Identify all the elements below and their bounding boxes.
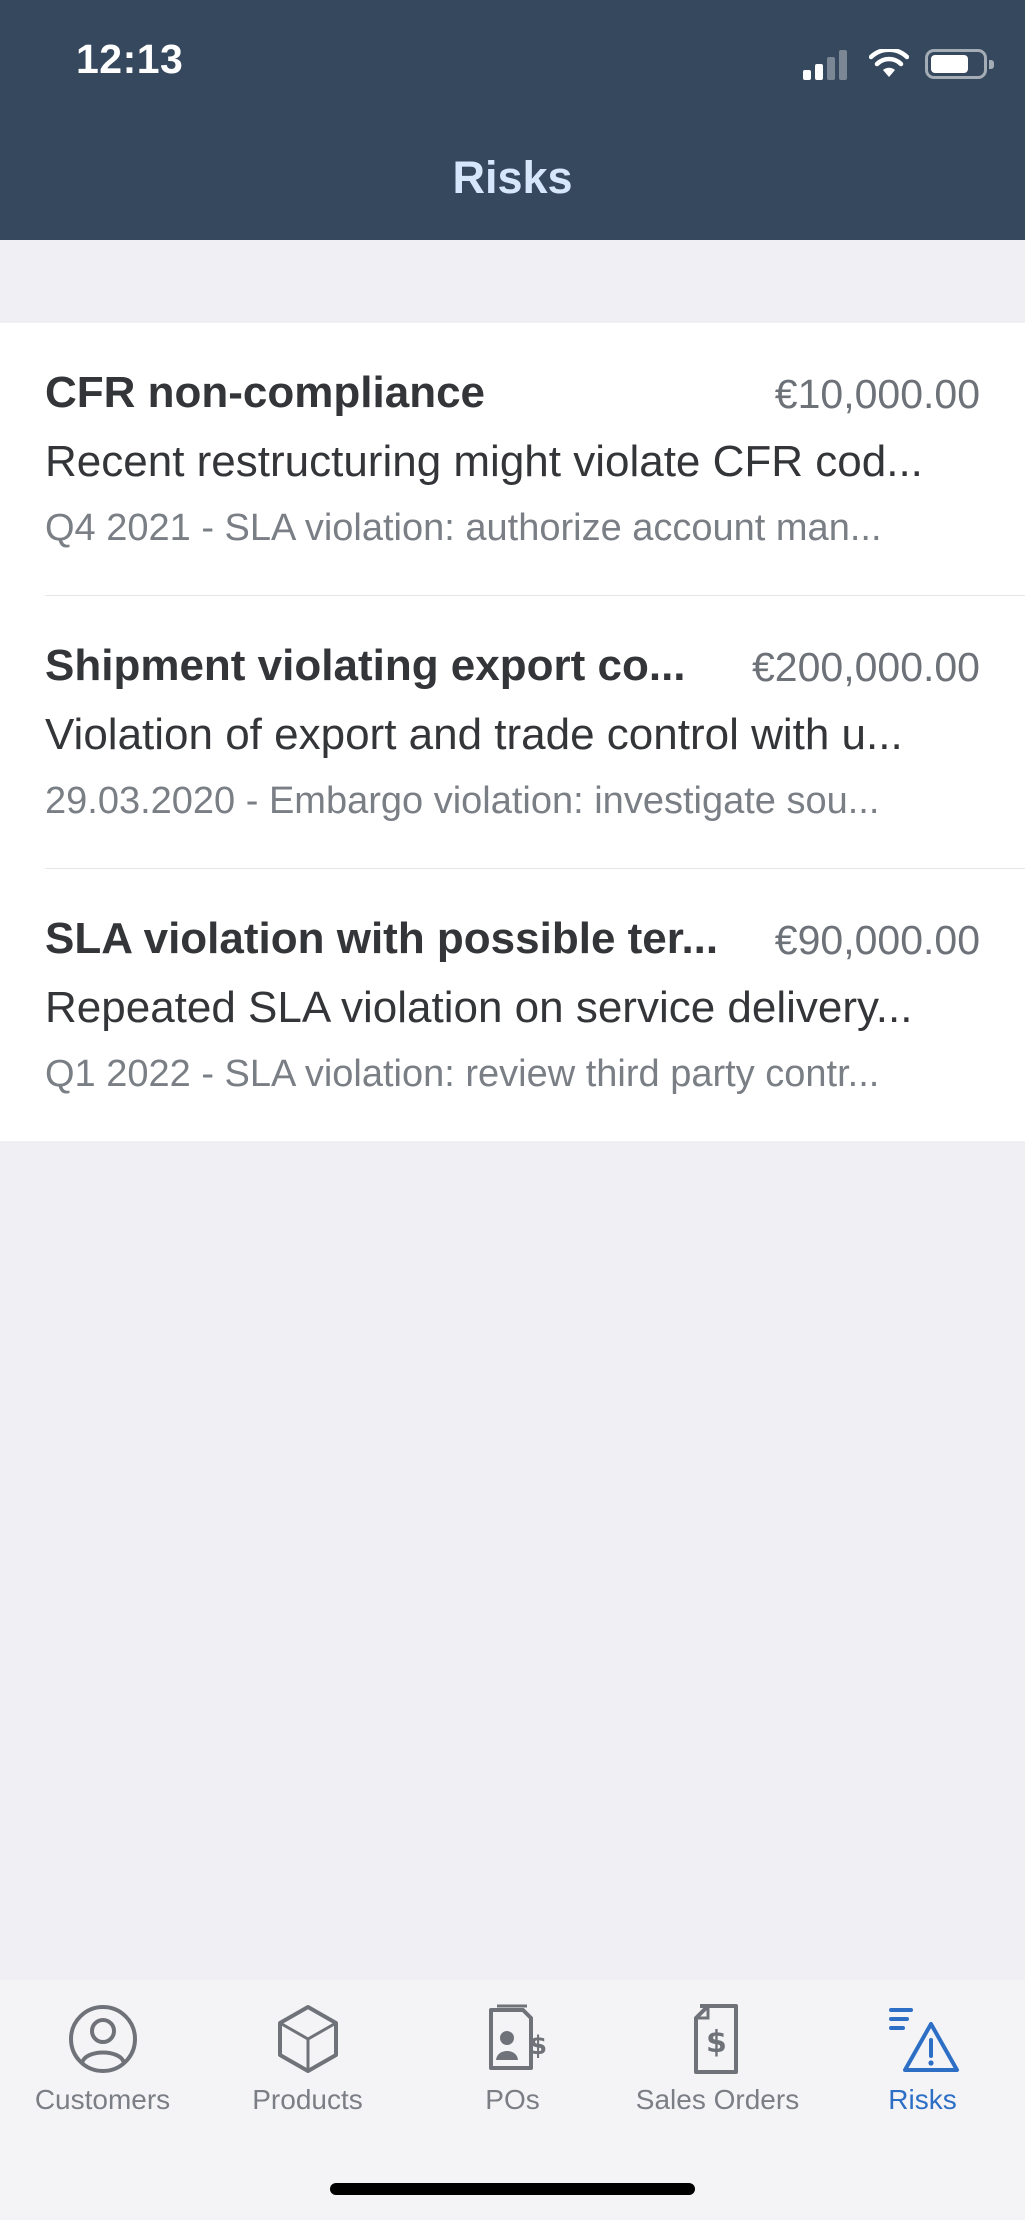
svg-text:$: $	[529, 2031, 547, 2061]
wifi-icon	[869, 49, 909, 77]
tab-label: Customers	[34, 2084, 171, 2115]
risks-screen: 12:13 Risks CFR non-compliance €10,000.0…	[0, 0, 1025, 2220]
tab-label: Risks	[888, 2084, 957, 2115]
battery-icon	[925, 49, 994, 79]
risk-amount: €90,000.00	[774, 917, 980, 963]
risk-title: Shipment violating export co...	[45, 641, 686, 690]
risk-description: Recent restructuring might violate CFR c…	[45, 437, 923, 486]
app-header: 12:13 Risks	[0, 0, 1025, 240]
cellular-signal-icon	[803, 48, 851, 80]
risk-title: SLA violation with possible ter...	[45, 914, 719, 963]
tab-label: Sales Orders	[635, 2084, 800, 2115]
user-circle-icon	[68, 2005, 137, 2073]
page-title: Risks	[452, 152, 573, 203]
sales-document-icon: $	[693, 2004, 738, 2074]
risk-list: CFR non-compliance €10,000.00 Recent res…	[0, 323, 1025, 1141]
risk-title: CFR non-compliance	[45, 368, 486, 417]
status-icons	[803, 44, 994, 84]
purchase-order-icon: $	[488, 2004, 547, 2070]
tab-label: Products	[252, 2084, 363, 2115]
risk-list-item[interactable]: CFR non-compliance €10,000.00 Recent res…	[0, 323, 1025, 596]
risk-description: Repeated SLA violation on service delive…	[45, 983, 913, 1032]
cube-icon	[277, 2005, 338, 2073]
risk-list-item[interactable]: Shipment violating export co... €200,000…	[0, 596, 1025, 869]
status-time: 12:13	[76, 36, 184, 82]
risk-amount: €200,000.00	[751, 644, 980, 690]
tab-customers[interactable]: Customers	[0, 2002, 205, 2122]
tab-label: POs	[485, 2084, 540, 2115]
tab-products[interactable]: Products	[205, 2002, 410, 2122]
risk-description: Violation of export and trade control wi…	[45, 710, 903, 759]
tab-pos[interactable]: $ POs	[410, 2002, 615, 2122]
warning-triangle-icon	[888, 2008, 959, 2072]
home-indicator[interactable]	[330, 2183, 695, 2195]
svg-text:$: $	[706, 2025, 727, 2060]
risk-amount: €10,000.00	[774, 371, 980, 417]
risk-list-item[interactable]: SLA violation with possible ter... €90,0…	[0, 869, 1025, 1142]
risk-subtitle: 29.03.2020 - Embargo violation: investig…	[45, 780, 880, 822]
risk-subtitle: Q1 2022 - SLA violation: review third pa…	[45, 1053, 880, 1095]
risk-subtitle: Q4 2021 - SLA violation: authorize accou…	[45, 507, 882, 549]
tab-sales-orders[interactable]: $ Sales Orders	[615, 2002, 820, 2122]
tab-risks[interactable]: Risks	[820, 2002, 1025, 2122]
